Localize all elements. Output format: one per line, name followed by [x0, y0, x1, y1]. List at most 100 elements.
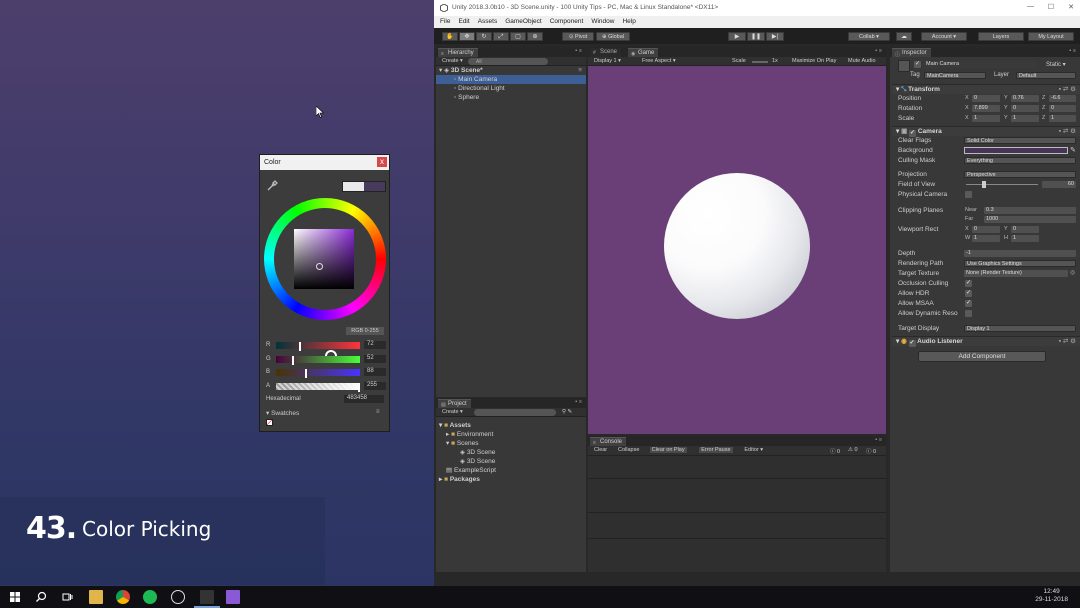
- cloud-icon[interactable]: ☁: [896, 32, 912, 41]
- culling-mask-dropdown[interactable]: Everything: [964, 157, 1076, 164]
- maximize-on-play-toggle[interactable]: Maximize On Play: [792, 58, 836, 64]
- channel-slider-knob[interactable]: [358, 382, 360, 392]
- layout-dropdown[interactable]: My Layout: [1028, 32, 1074, 41]
- channel-slider[interactable]: [276, 355, 360, 365]
- step-icon[interactable]: ▶|: [766, 32, 784, 41]
- rect-tool-icon[interactable]: ▢: [510, 32, 526, 41]
- collab-dropdown[interactable]: Collab ▾: [848, 32, 890, 41]
- move-tool-icon[interactable]: ✥: [459, 32, 475, 41]
- maximize-button[interactable]: ☐: [1048, 3, 1054, 11]
- menu-help[interactable]: Help: [622, 18, 635, 28]
- menu-window[interactable]: Window: [591, 18, 614, 28]
- menu-edit[interactable]: Edit: [458, 18, 469, 28]
- physical-camera-checkbox[interactable]: [965, 191, 972, 198]
- file-explorer-icon[interactable]: [89, 590, 103, 604]
- search-icon[interactable]: [34, 590, 48, 604]
- game-view[interactable]: [588, 66, 886, 434]
- global-toggle[interactable]: ⊕ Global: [596, 32, 630, 41]
- console-error-pause-button[interactable]: Error Pause: [699, 447, 733, 453]
- position-y-field[interactable]: 0.76: [1011, 95, 1039, 102]
- swatch-preset[interactable]: [266, 419, 273, 426]
- add-component-button[interactable]: Add Component: [918, 351, 1046, 362]
- audio-listener-enabled-checkbox[interactable]: ✓: [908, 340, 916, 347]
- hierarchy-item-sphere[interactable]: ▫ Sphere: [436, 93, 586, 102]
- clear-flags-dropdown[interactable]: Solid Color: [964, 137, 1076, 144]
- allow-hdr-checkbox[interactable]: ✓: [965, 290, 972, 297]
- unity-hub-icon[interactable]: [171, 590, 185, 604]
- channel-value-field[interactable]: 52: [364, 354, 386, 363]
- channel-slider-knob[interactable]: [292, 355, 295, 365]
- windows-start-icon[interactable]: [8, 590, 22, 604]
- channel-value-field[interactable]: 88: [364, 368, 386, 376]
- panel-menu-icon[interactable]: ▪ ≡: [1069, 48, 1076, 54]
- fov-field[interactable]: 60: [1042, 181, 1076, 188]
- project-item-environment[interactable]: ▸ ■ Environment: [436, 430, 586, 439]
- tab-project[interactable]: ▤ Project: [438, 399, 471, 408]
- scale-x-field[interactable]: 1: [972, 115, 1000, 122]
- account-dropdown[interactable]: Account ▾: [921, 32, 967, 41]
- tab-scene[interactable]: # Scene: [590, 48, 622, 57]
- swatches-foldout[interactable]: ▾ Swatches: [266, 409, 299, 417]
- rotation-y-field[interactable]: 0: [1011, 105, 1039, 112]
- play-icon[interactable]: ▶: [728, 32, 746, 41]
- close-button[interactable]: x: [377, 157, 387, 167]
- near-field[interactable]: 0.3: [984, 207, 1076, 214]
- project-item-examplescript[interactable]: ▤ ExampleScript: [436, 466, 586, 475]
- console-collapse-button[interactable]: Collapse: [616, 447, 641, 453]
- menu-assets[interactable]: Assets: [478, 18, 498, 28]
- panel-menu-icon[interactable]: ▪ ≡: [575, 399, 582, 405]
- color-mode-dropdown[interactable]: RGB 0-255: [346, 327, 384, 335]
- transform-header[interactable]: ▾ ⤡ Transform ▪ ⇄ ⚙: [892, 84, 1080, 94]
- panel-menu-icon[interactable]: ▪ ≡: [575, 48, 582, 54]
- hierarchy-create-dropdown[interactable]: Create ▾: [442, 58, 463, 64]
- task-view-icon[interactable]: [60, 590, 74, 604]
- scale-slider[interactable]: [752, 61, 768, 63]
- hue-wheel[interactable]: [264, 198, 386, 362]
- viewport-h-field[interactable]: 1: [1011, 235, 1039, 242]
- project-item-3d-scene[interactable]: ◈ 3D Scene: [436, 448, 586, 457]
- tag-dropdown[interactable]: MainCamera: [924, 72, 986, 79]
- project-create-dropdown[interactable]: Create ▾: [442, 409, 463, 415]
- window-close-button[interactable]: ✕: [1068, 3, 1074, 11]
- gameobject-active-checkbox[interactable]: ✓: [914, 61, 921, 68]
- fov-slider-knob[interactable]: [982, 181, 986, 188]
- allow-dynamic-resolution-checkbox[interactable]: [965, 310, 972, 317]
- saturation-value-square[interactable]: [294, 229, 354, 289]
- menu-gameobject[interactable]: GameObject: [505, 18, 542, 28]
- tab-game[interactable]: ◉ Game: [628, 48, 659, 57]
- menu-component[interactable]: Component: [550, 18, 584, 28]
- fov-slider-track[interactable]: [966, 184, 1038, 185]
- background-color-field[interactable]: [964, 147, 1068, 154]
- pivot-toggle[interactable]: ⊙ Pivot: [562, 32, 594, 41]
- chrome-icon[interactable]: [116, 590, 130, 604]
- camera-header[interactable]: ▾ ▣ ✓ Camera ▪ ⇄ ⚙: [892, 126, 1080, 137]
- occlusion-culling-checkbox[interactable]: ✓: [965, 280, 972, 287]
- projection-dropdown[interactable]: Perspective: [964, 171, 1076, 178]
- hierarchy-item-directional-light[interactable]: ▫ Directional Light: [436, 84, 586, 93]
- rotation-x-field[interactable]: 7.899: [972, 105, 1000, 112]
- console-warning-count[interactable]: ⚠ 0: [848, 447, 858, 453]
- viewport-y-field[interactable]: 0: [1011, 226, 1039, 233]
- channel-value-field[interactable]: 255: [364, 381, 386, 390]
- channel-slider-knob[interactable]: [304, 369, 307, 378]
- target-texture-field[interactable]: None (Render Texture): [964, 270, 1068, 277]
- depth-field[interactable]: -1: [964, 250, 1076, 257]
- project-item-scenes[interactable]: ▾ ■ Scenes: [436, 439, 586, 448]
- console-clear-button[interactable]: Clear: [592, 447, 609, 453]
- scale-z-field[interactable]: 1: [1049, 115, 1076, 122]
- channel-slider-knob[interactable]: [298, 342, 301, 351]
- display-dropdown[interactable]: Display 1 ▾: [594, 58, 621, 64]
- panel-menu-icon[interactable]: ▪ ≡: [875, 48, 882, 54]
- hand-tool-icon[interactable]: ✋: [442, 32, 458, 41]
- rendering-path-dropdown[interactable]: Use Graphics Settings: [964, 260, 1076, 267]
- static-dropdown[interactable]: Static ▾: [1046, 61, 1066, 68]
- allow-msaa-checkbox[interactable]: ✓: [965, 300, 972, 307]
- channel-slider[interactable]: [276, 342, 360, 351]
- tab-inspector[interactable]: ⓘ Inspector: [892, 48, 931, 58]
- channel-value-field[interactable]: 72: [364, 341, 386, 349]
- target-display-dropdown[interactable]: Display 1: [964, 325, 1076, 332]
- eyedropper-icon[interactable]: ✎: [1070, 146, 1076, 154]
- scale-y-field[interactable]: 1: [1011, 115, 1039, 122]
- eyedropper-icon[interactable]: [266, 180, 278, 192]
- tab-console[interactable]: ≡ Console: [590, 437, 627, 446]
